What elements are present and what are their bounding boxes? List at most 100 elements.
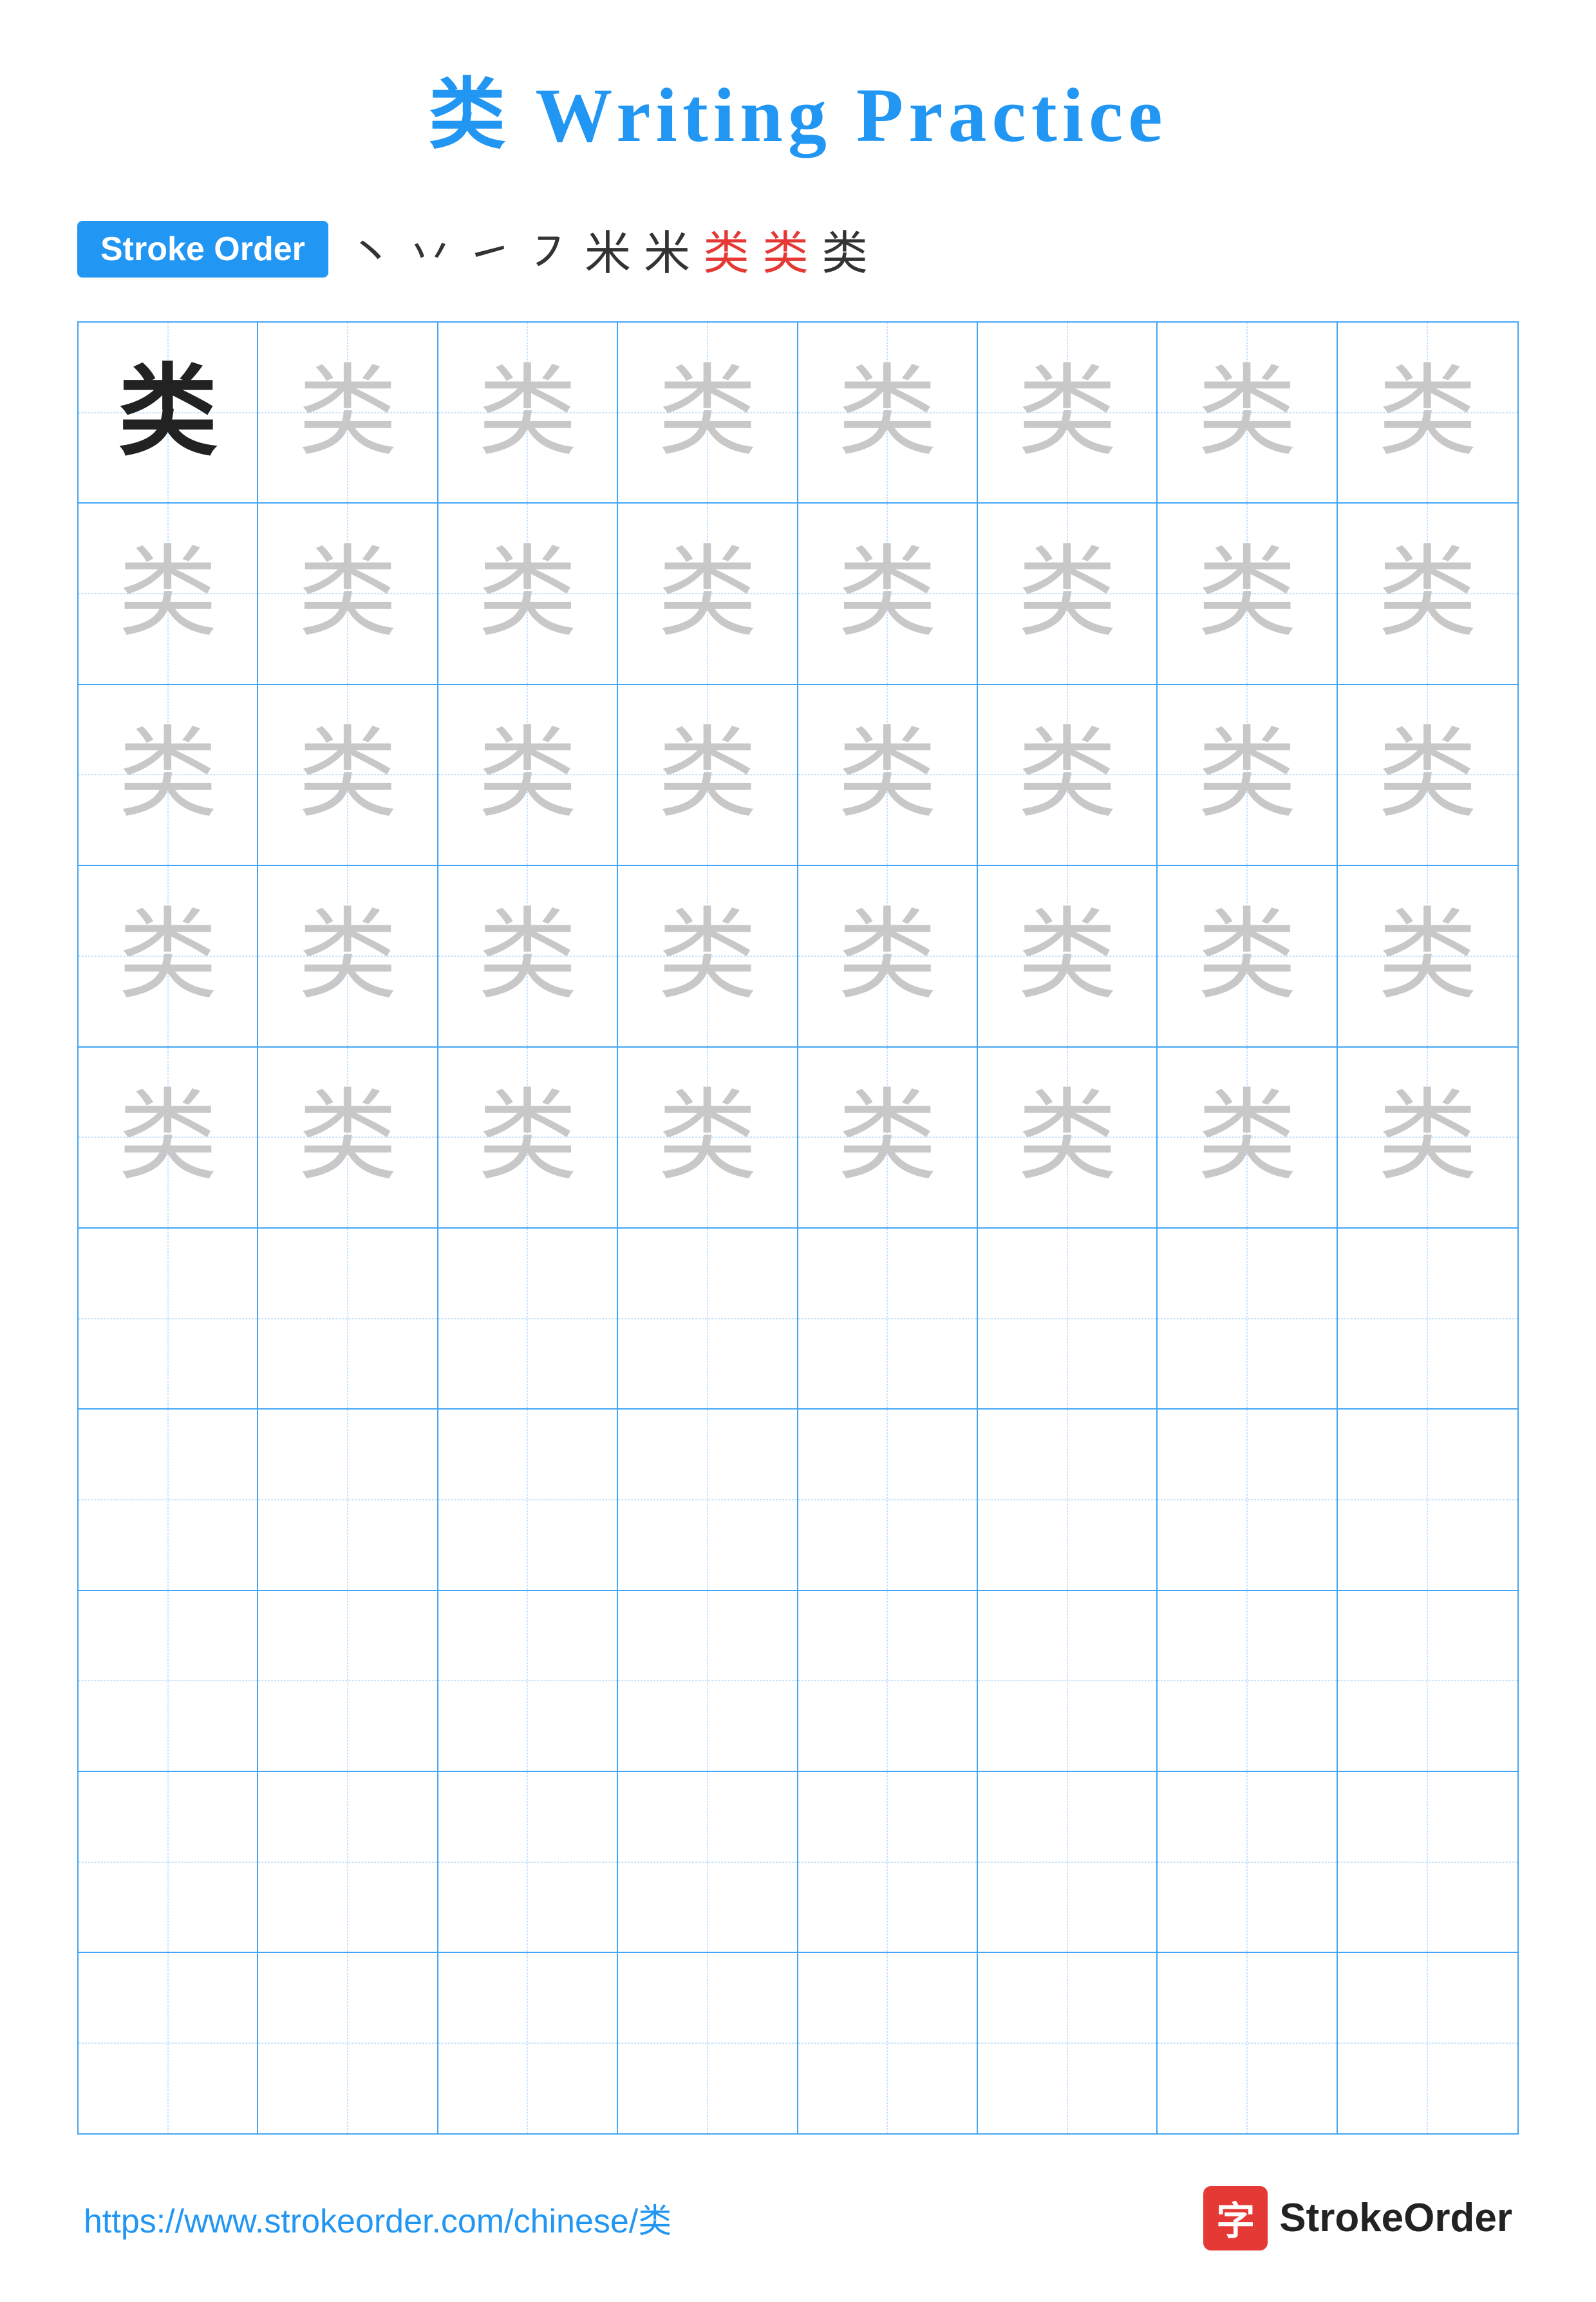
grid-cell-2-8[interactable]: 类: [1338, 504, 1517, 683]
stroke-8: 类: [762, 215, 809, 283]
grid-cell-5-6[interactable]: 类: [978, 1048, 1158, 1227]
grid-cell-5-1[interactable]: 类: [79, 1048, 258, 1227]
grid-cell-4-6[interactable]: 类: [978, 866, 1158, 1046]
stroke-order-chars: 丶 丷 ㇀ ㇇ 米 米 类 类 类: [348, 215, 868, 283]
grid-cell-7-2[interactable]: [258, 1410, 438, 1589]
grid-cell-10-2[interactable]: [258, 1953, 438, 2133]
grid-cell-4-7[interactable]: 类: [1158, 866, 1337, 1046]
grid-cell-10-8[interactable]: [1338, 1953, 1517, 2133]
grid-cell-8-3[interactable]: [438, 1591, 618, 1771]
grid-cell-4-2[interactable]: 类: [258, 866, 438, 1046]
grid-cell-9-3[interactable]: [438, 1772, 618, 1952]
grid-cell-5-7[interactable]: 类: [1158, 1048, 1337, 1227]
grid-cell-1-5[interactable]: 类: [798, 323, 978, 502]
grid-cell-3-4[interactable]: 类: [618, 685, 798, 865]
grid-cell-1-7[interactable]: 类: [1158, 323, 1337, 502]
grid-cell-4-8[interactable]: 类: [1338, 866, 1517, 1046]
char-light: 类: [838, 544, 937, 644]
grid-cell-6-5[interactable]: [798, 1229, 978, 1408]
grid-cell-2-6[interactable]: 类: [978, 504, 1158, 683]
char-light: 类: [1378, 1088, 1478, 1187]
grid-cell-7-4[interactable]: [618, 1410, 798, 1589]
grid-cell-8-1[interactable]: [79, 1591, 258, 1771]
grid-cell-5-4[interactable]: 类: [618, 1048, 798, 1227]
grid-cell-7-7[interactable]: [1158, 1410, 1337, 1589]
grid-cell-8-6[interactable]: [978, 1591, 1158, 1771]
grid-cell-2-7[interactable]: 类: [1158, 504, 1337, 683]
char-light: 类: [118, 1088, 218, 1187]
grid-cell-1-3[interactable]: 类: [438, 323, 618, 502]
grid-cell-7-5[interactable]: [798, 1410, 978, 1589]
grid-cell-4-3[interactable]: 类: [438, 866, 618, 1046]
grid-row-6: [79, 1229, 1517, 1410]
grid-cell-9-1[interactable]: [79, 1772, 258, 1952]
grid-cell-6-8[interactable]: [1338, 1229, 1517, 1408]
grid-cell-5-5[interactable]: 类: [798, 1048, 978, 1227]
grid-cell-4-5[interactable]: 类: [798, 866, 978, 1046]
char-light: 类: [118, 725, 218, 825]
grid-cell-10-1[interactable]: [79, 1953, 258, 2133]
grid-cell-8-2[interactable]: [258, 1591, 438, 1771]
grid-cell-1-4[interactable]: 类: [618, 323, 798, 502]
grid-cell-3-5[interactable]: 类: [798, 685, 978, 865]
grid-row-5: 类 类 类 类 类 类 类 类: [79, 1048, 1517, 1229]
grid-cell-2-5[interactable]: 类: [798, 504, 978, 683]
grid-cell-3-7[interactable]: 类: [1158, 685, 1337, 865]
grid-cell-6-4[interactable]: [618, 1229, 798, 1408]
grid-cell-3-3[interactable]: 类: [438, 685, 618, 865]
grid-cell-9-6[interactable]: [978, 1772, 1158, 1952]
grid-cell-2-1[interactable]: 类: [79, 504, 258, 683]
grid-cell-4-1[interactable]: 类: [79, 866, 258, 1046]
char-light: 类: [1378, 725, 1478, 825]
grid-cell-1-6[interactable]: 类: [978, 323, 1158, 502]
grid-cell-2-3[interactable]: 类: [438, 504, 618, 683]
grid-cell-7-1[interactable]: [79, 1410, 258, 1589]
grid-cell-6-7[interactable]: [1158, 1229, 1337, 1408]
grid-cell-3-1[interactable]: 类: [79, 685, 258, 865]
footer-url[interactable]: https://www.strokeorder.com/chinese/类: [84, 2194, 671, 2242]
char-light: 类: [478, 544, 577, 644]
grid-cell-7-6[interactable]: [978, 1410, 1158, 1589]
grid-cell-1-1[interactable]: 类: [79, 323, 258, 502]
grid-cell-3-2[interactable]: 类: [258, 685, 438, 865]
grid-cell-5-2[interactable]: 类: [258, 1048, 438, 1227]
grid-cell-9-8[interactable]: [1338, 1772, 1517, 1952]
grid-cell-2-4[interactable]: 类: [618, 504, 798, 683]
grid-cell-9-5[interactable]: [798, 1772, 978, 1952]
grid-cell-3-6[interactable]: 类: [978, 685, 1158, 865]
grid-cell-10-4[interactable]: [618, 1953, 798, 2133]
grid-cell-7-8[interactable]: [1338, 1410, 1517, 1589]
grid-cell-8-4[interactable]: [618, 1591, 798, 1771]
char-light: 类: [298, 725, 398, 825]
grid-cell-6-6[interactable]: [978, 1229, 1158, 1408]
grid-cell-5-3[interactable]: 类: [438, 1048, 618, 1227]
grid-cell-9-4[interactable]: [618, 1772, 798, 1952]
char-light: 类: [838, 725, 937, 825]
grid-cell-3-8[interactable]: 类: [1338, 685, 1517, 865]
char-light: 类: [478, 906, 577, 1006]
grid-cell-10-7[interactable]: [1158, 1953, 1337, 2133]
grid-cell-1-2[interactable]: 类: [258, 323, 438, 502]
grid-cell-8-8[interactable]: [1338, 1591, 1517, 1771]
char-light: 类: [657, 906, 757, 1006]
grid-cell-5-8[interactable]: 类: [1338, 1048, 1517, 1227]
grid-cell-10-3[interactable]: [438, 1953, 618, 2133]
grid-cell-10-6[interactable]: [978, 1953, 1158, 2133]
grid-cell-9-7[interactable]: [1158, 1772, 1337, 1952]
grid-cell-8-5[interactable]: [798, 1591, 978, 1771]
char-light: 类: [118, 544, 218, 644]
grid-cell-4-4[interactable]: 类: [618, 866, 798, 1046]
grid-cell-2-2[interactable]: 类: [258, 504, 438, 683]
char-light: 类: [478, 1088, 577, 1187]
grid-cell-6-2[interactable]: [258, 1229, 438, 1408]
grid-row-2: 类 类 类 类 类 类 类 类: [79, 504, 1517, 684]
grid-row-1: 类 类 类 类 类 类 类 类: [79, 323, 1517, 504]
grid-cell-10-5[interactable]: [798, 1953, 978, 2133]
grid-cell-1-8[interactable]: 类: [1338, 323, 1517, 502]
grid-cell-6-3[interactable]: [438, 1229, 618, 1408]
grid-cell-9-2[interactable]: [258, 1772, 438, 1952]
stroke-order-row: Stroke Order 丶 丷 ㇀ ㇇ 米 米 类 类 类: [77, 215, 1519, 283]
grid-cell-6-1[interactable]: [79, 1229, 258, 1408]
grid-cell-7-3[interactable]: [438, 1410, 618, 1589]
grid-cell-8-7[interactable]: [1158, 1591, 1337, 1771]
